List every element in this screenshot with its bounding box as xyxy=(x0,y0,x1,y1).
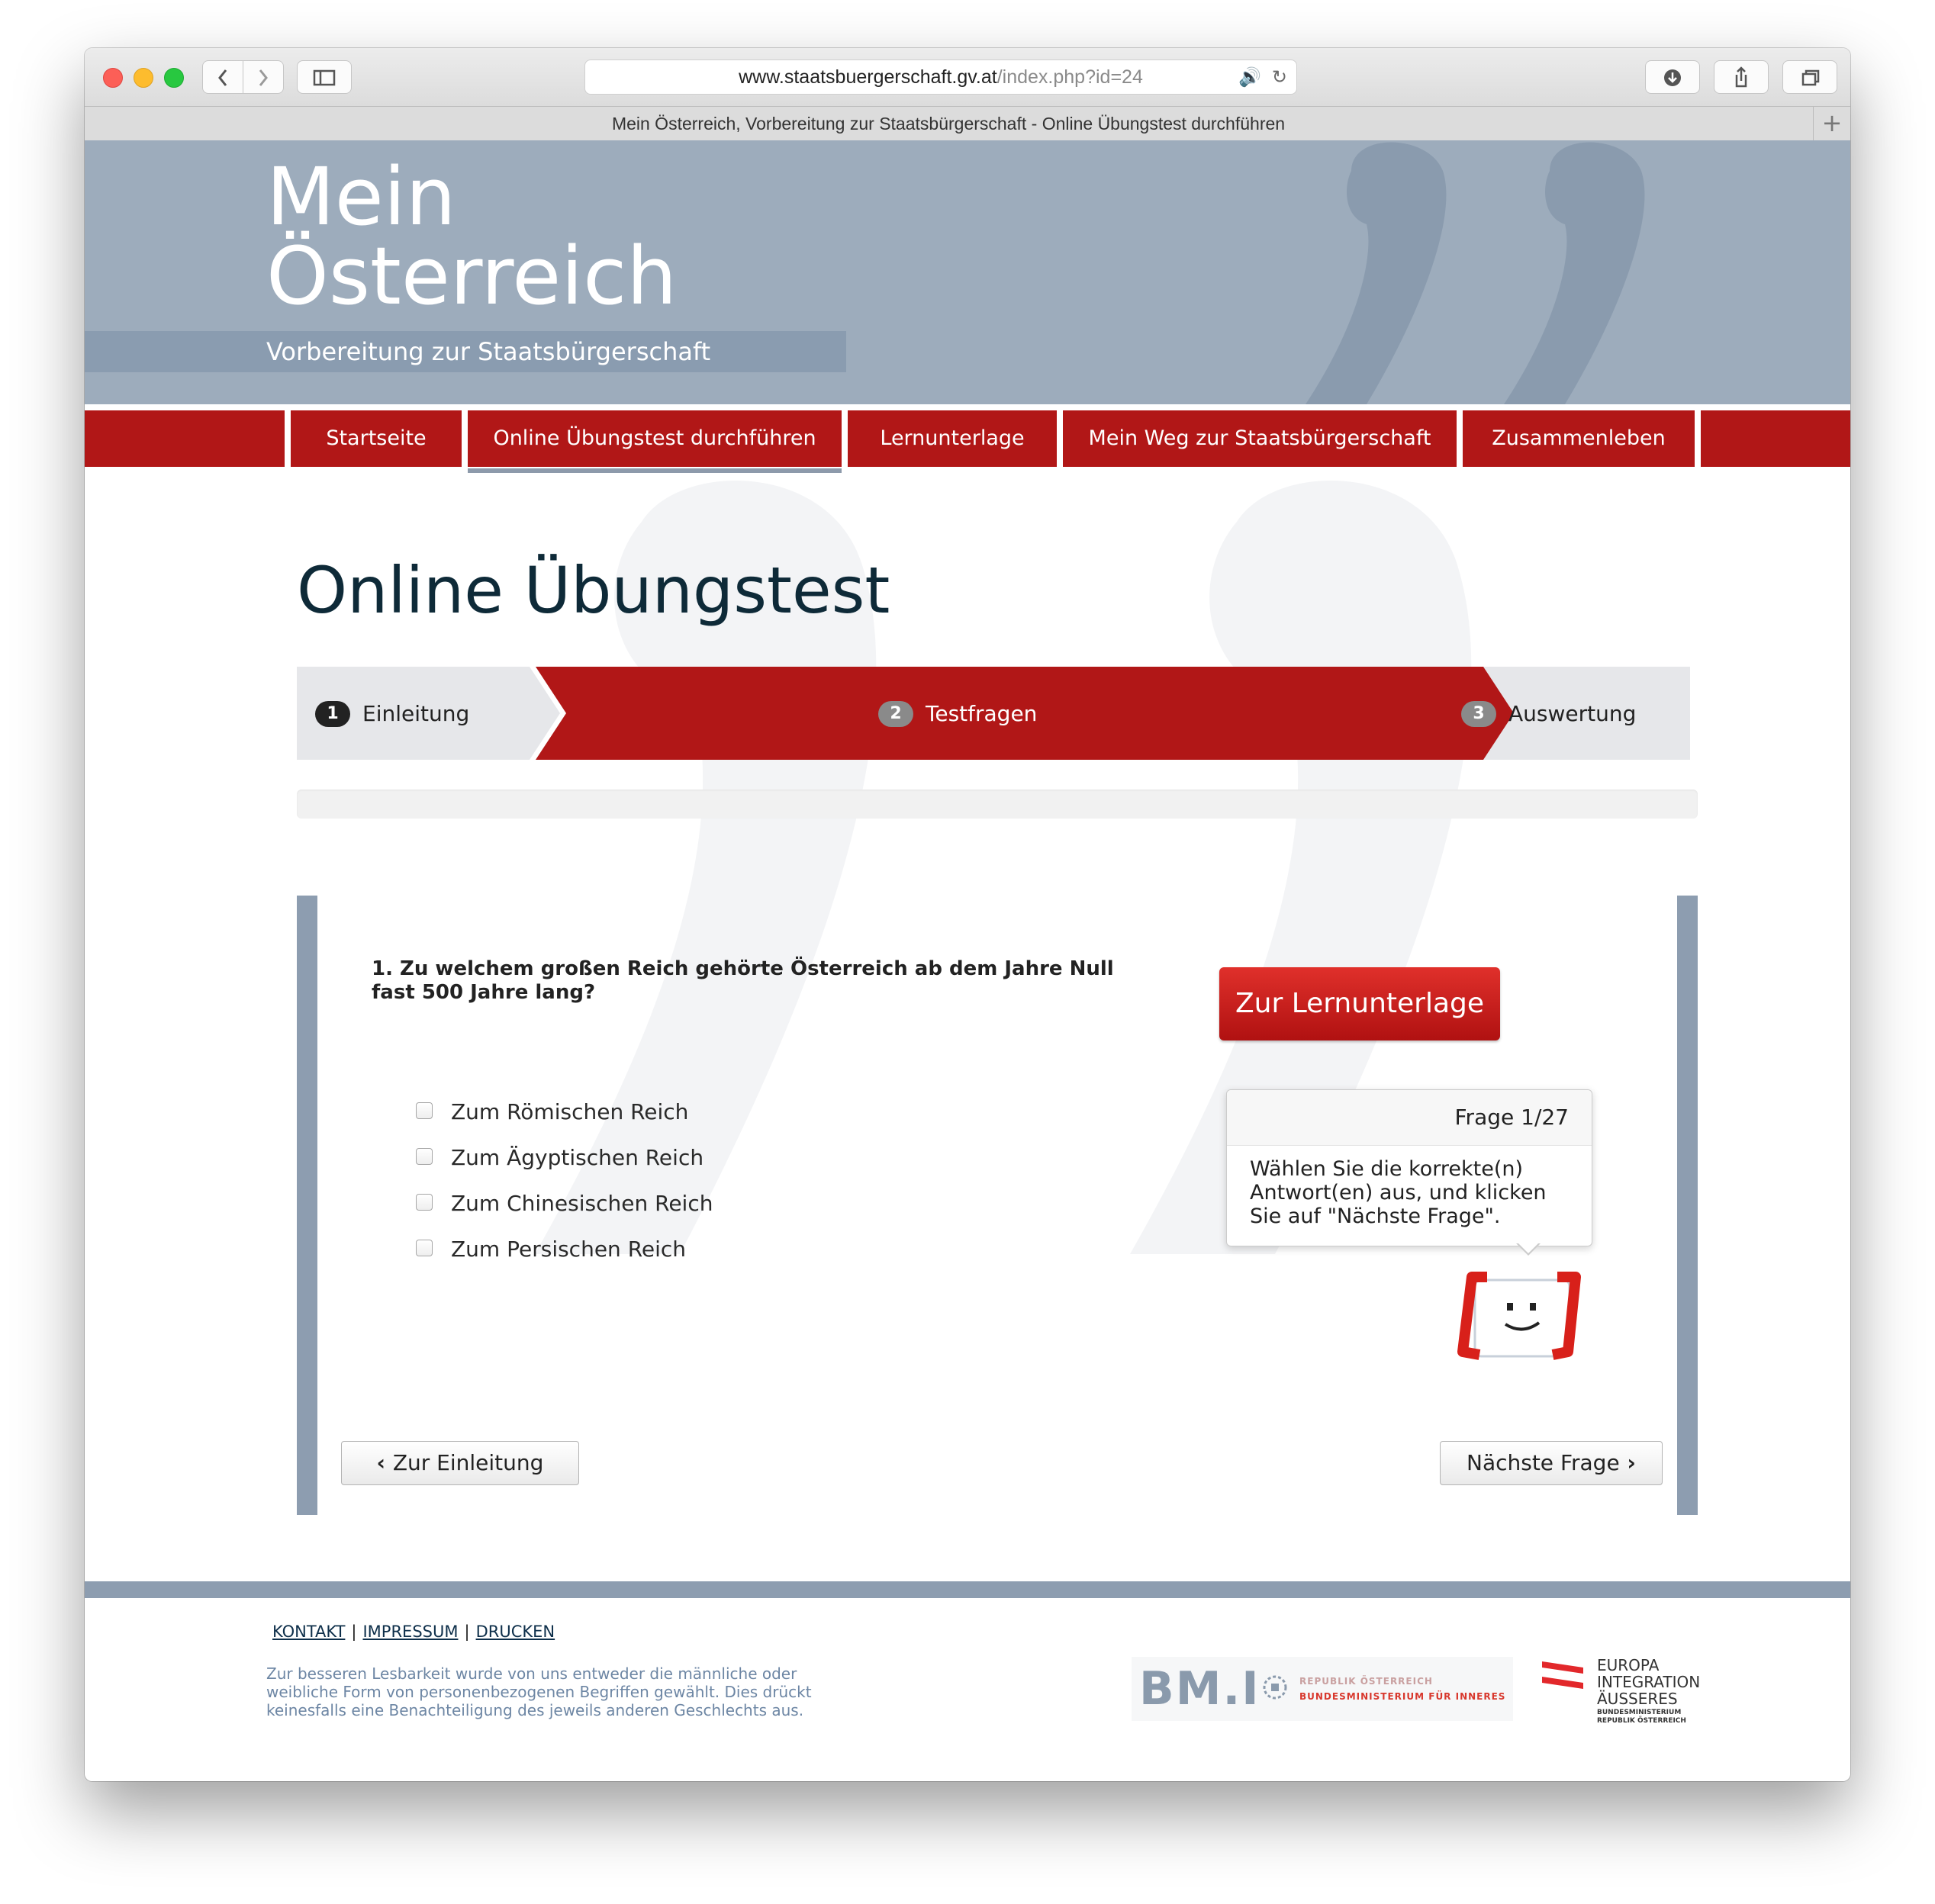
download-icon xyxy=(1664,69,1681,86)
panel-border-right xyxy=(1677,896,1698,1515)
minimize-window-button[interactable] xyxy=(134,68,153,88)
footer-link-kontakt[interactable]: KONTAKT xyxy=(272,1623,345,1641)
footer-links: KONTAKT | IMPRESSUM | DRUCKEN xyxy=(272,1623,555,1641)
sidebar-button[interactable] xyxy=(297,60,352,94)
close-window-button[interactable] xyxy=(103,68,123,88)
footer-note: Zur besseren Lesbarkeit wurde von uns en… xyxy=(266,1664,812,1719)
page: Mein Österreich Vorbereitung zur Staatsb… xyxy=(85,140,1850,1781)
question-text: 1. Zu welchem großen Reich gehörte Öster… xyxy=(372,957,1114,1004)
tooltip-header: Frage 1/27 xyxy=(1227,1090,1592,1146)
naechste-frage-button[interactable]: Nächste Frage › xyxy=(1440,1441,1663,1485)
panel-border-left xyxy=(297,896,317,1515)
address-bar[interactable]: www.staatsbuergerschaft.gv.at/index.php?… xyxy=(584,60,1297,95)
main-nav: Startseite Online Übungstest durchführen… xyxy=(85,410,1850,467)
answer-checkbox[interactable] xyxy=(416,1148,433,1165)
tooltip-text: Wählen Sie die korrekte(n) Antwort(en) a… xyxy=(1250,1157,1547,1228)
answer-checkbox[interactable] xyxy=(416,1240,433,1256)
bmeia-logo[interactable]: EUROPA INTEGRATION ÄUSSERES BUNDESMINIST… xyxy=(1541,1657,1708,1733)
bmi-line2: BUNDESMINISTERIUM FÜR INNERES xyxy=(1299,1691,1506,1702)
audio-icon[interactable]: 🔊 xyxy=(1238,60,1261,94)
answer-checkbox[interactable] xyxy=(416,1194,433,1211)
forward-icon xyxy=(259,69,268,86)
question-counter: Frage 1/27 xyxy=(1454,1105,1569,1130)
nav-spacer-right xyxy=(1701,410,1850,467)
nav-item-zusammenleben[interactable]: Zusammenleben xyxy=(1463,410,1695,467)
answer-checkbox[interactable] xyxy=(416,1102,433,1119)
footer-link-drucken[interactable]: DRUCKEN xyxy=(476,1623,555,1641)
mascot-icon xyxy=(1457,1272,1581,1360)
footer-band xyxy=(85,1581,1850,1598)
nav-active-indicator xyxy=(468,468,842,473)
download-button[interactable] xyxy=(1645,60,1700,94)
chevron-right-icon: › xyxy=(1619,1450,1636,1475)
tabs-icon xyxy=(1801,69,1820,86)
new-tab-icon[interactable]: + xyxy=(1813,107,1850,140)
share-button[interactable] xyxy=(1714,60,1769,94)
browser-toolbar: www.staatsbuergerschaft.gv.at/index.php?… xyxy=(85,48,1850,106)
nav-item-mein-weg[interactable]: Mein Weg zur Staatsbürgerschaft xyxy=(1063,410,1457,467)
eu-small-text: BUNDESMINISTERIUM REPUBLIK ÖSTERREICH xyxy=(1597,1709,1686,1725)
back-button[interactable] xyxy=(202,60,243,94)
nav-item-uebungstest[interactable]: Online Übungstest durchführen xyxy=(468,410,842,467)
sidebar-icon xyxy=(313,69,336,86)
step-auswertung: 3 Auswertung xyxy=(1461,667,1636,761)
tabs-button[interactable] xyxy=(1782,60,1837,94)
nav-item-startseite[interactable]: Startseite xyxy=(291,410,462,467)
bmi-mark: BM.I xyxy=(1139,1662,1260,1716)
eu-text: EUROPA INTEGRATION ÄUSSERES xyxy=(1597,1656,1701,1708)
site-title[interactable]: Mein Österreich xyxy=(266,157,677,316)
site-subtitle: Vorbereitung zur Staatsbürgerschaft xyxy=(266,337,711,366)
back-icon xyxy=(218,69,227,86)
tooltip-arrow-inner xyxy=(1518,1243,1539,1253)
reload-icon[interactable]: ↻ xyxy=(1272,60,1287,94)
tab-bar: Mein Österreich, Vorbereitung zur Staats… xyxy=(85,106,1850,141)
answer-label[interactable]: Zum Ägyptischen Reich xyxy=(451,1143,703,1172)
site-header: Mein Österreich Vorbereitung zur Staatsb… xyxy=(85,140,1850,404)
eagle-icon xyxy=(1263,1675,1287,1700)
zoom-window-button[interactable] xyxy=(164,68,184,88)
footer-link-impressum[interactable]: IMPRESSUM xyxy=(362,1623,458,1641)
share-icon xyxy=(1735,66,1747,88)
zur-lernunterlage-button[interactable]: Zur Lernunterlage xyxy=(1219,967,1500,1040)
progress-bar xyxy=(297,790,1698,819)
chevron-left-icon: ‹ xyxy=(376,1450,393,1475)
nav-spacer-left xyxy=(85,410,285,467)
answer-label[interactable]: Zum Römischen Reich xyxy=(451,1098,688,1127)
quote-decoration-icon xyxy=(1306,142,1645,404)
bmi-logo[interactable]: BM.I REPUBLIK ÖSTERREICH BUNDESMINISTERI… xyxy=(1132,1657,1513,1721)
tab-title[interactable]: Mein Österreich, Vorbereitung zur Staats… xyxy=(85,107,1812,140)
step-einleitung: 1 Einleitung xyxy=(315,667,469,761)
page-title: Online Übungstest xyxy=(297,553,890,628)
nav-item-lernunterlage[interactable]: Lernunterlage xyxy=(848,410,1057,467)
flag-icon xyxy=(1542,1661,1583,1689)
step-indicator: 1 Einleitung 2 Testfragen 3 Auswertung xyxy=(297,667,1690,760)
answer-label[interactable]: Zum Chinesischen Reich xyxy=(451,1189,713,1218)
browser-window: www.staatsbuergerschaft.gv.at/index.php?… xyxy=(85,48,1850,1781)
step-testfragen: 2 Testfragen xyxy=(878,667,1037,761)
url-text: www.staatsbuergerschaft.gv.at/index.php?… xyxy=(739,66,1143,88)
help-tooltip: Frage 1/27 Wählen Sie die korrekte(n) An… xyxy=(1226,1089,1592,1246)
bmi-line1: REPUBLIK ÖSTERREICH xyxy=(1299,1676,1433,1687)
forward-button[interactable] xyxy=(243,60,284,94)
answer-label[interactable]: Zum Persischen Reich xyxy=(451,1235,686,1264)
zur-einleitung-button[interactable]: ‹ Zur Einleitung xyxy=(341,1441,579,1485)
